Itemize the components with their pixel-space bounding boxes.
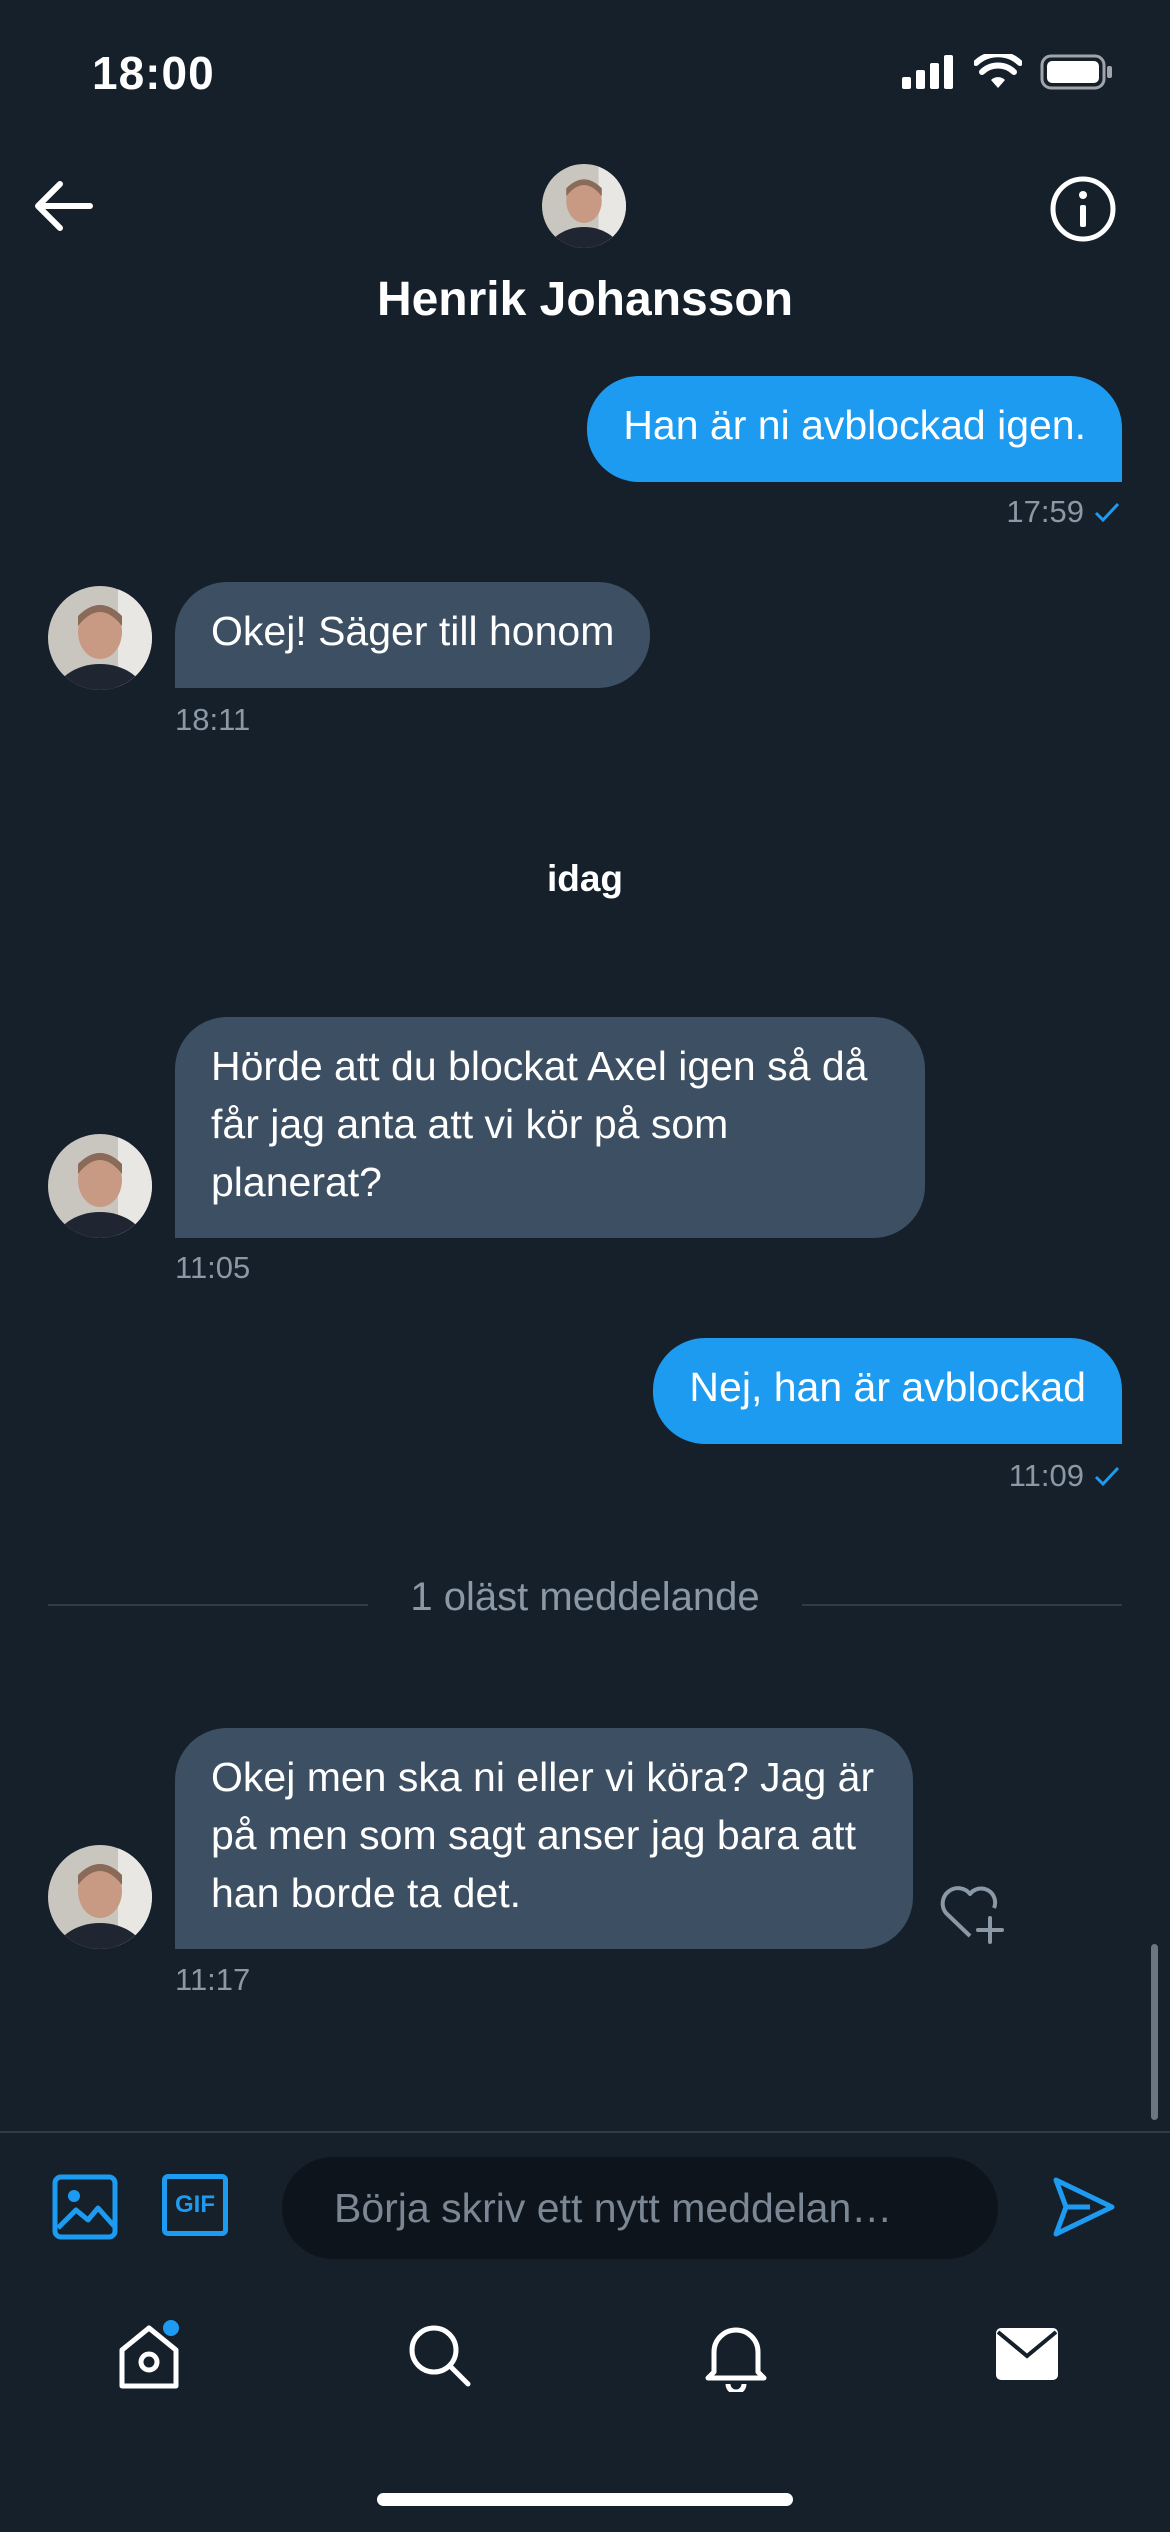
image-icon[interactable] — [52, 2174, 118, 2240]
contact-name: Henrik Johansson — [376, 273, 794, 326]
sender-avatar[interactable] — [48, 1134, 152, 1238]
mail-icon[interactable] — [994, 2324, 1060, 2384]
message-bubble-incoming[interactable]: Okej! Säger till honom — [175, 582, 651, 688]
message-bubble-incoming[interactable]: Okej men ska ni eller vi köra? Jag är på… — [175, 1728, 913, 1949]
cellular-icon — [902, 55, 953, 89]
day-separator: idag — [546, 858, 624, 899]
battery-icon — [1040, 54, 1112, 90]
message-bubble-incoming[interactable]: Hörde att du blockat Axel igen så då får… — [175, 1017, 925, 1238]
send-icon[interactable] — [1050, 2174, 1116, 2240]
message-time: 11:09 — [1009, 1458, 1120, 1494]
gif-button[interactable]: GIF — [162, 2174, 228, 2236]
checkmark-icon — [1094, 1466, 1120, 1487]
message-bubble-outgoing[interactable]: Nej, han är avblockad — [653, 1338, 1122, 1444]
gif-label: GIF — [175, 2191, 215, 2218]
sender-avatar[interactable] — [48, 586, 152, 690]
status-time: 18:00 — [92, 47, 215, 99]
message-time: 18:11 — [175, 702, 251, 737]
checkmark-icon — [1094, 502, 1120, 523]
status-icons — [902, 54, 1114, 90]
search-icon[interactable] — [404, 2320, 476, 2392]
message-time: 11:17 — [175, 1962, 251, 1997]
bell-icon[interactable] — [700, 2318, 772, 2392]
wifi-icon — [974, 54, 1022, 88]
scrollbar-thumb[interactable] — [1151, 1944, 1158, 2120]
unread-divider-label: 1 oläst meddelande — [410, 1575, 760, 1619]
info-icon[interactable] — [1048, 174, 1118, 244]
home-indicator — [377, 2493, 793, 2506]
message-time: 11:05 — [175, 1250, 251, 1285]
message-bubble-outgoing[interactable]: Han är ni avblockad igen. — [587, 376, 1122, 482]
contact-avatar[interactable] — [542, 164, 626, 248]
back-arrow-icon[interactable] — [30, 176, 100, 236]
composer-divider — [0, 2131, 1170, 2133]
message-time: 17:59 — [1006, 494, 1120, 530]
heart-plus-icon[interactable] — [938, 1880, 1010, 1944]
home-icon[interactable] — [112, 2320, 186, 2394]
sender-avatar[interactable] — [48, 1845, 152, 1949]
message-input[interactable]: Börja skriv ett nytt meddelan… — [282, 2157, 998, 2259]
